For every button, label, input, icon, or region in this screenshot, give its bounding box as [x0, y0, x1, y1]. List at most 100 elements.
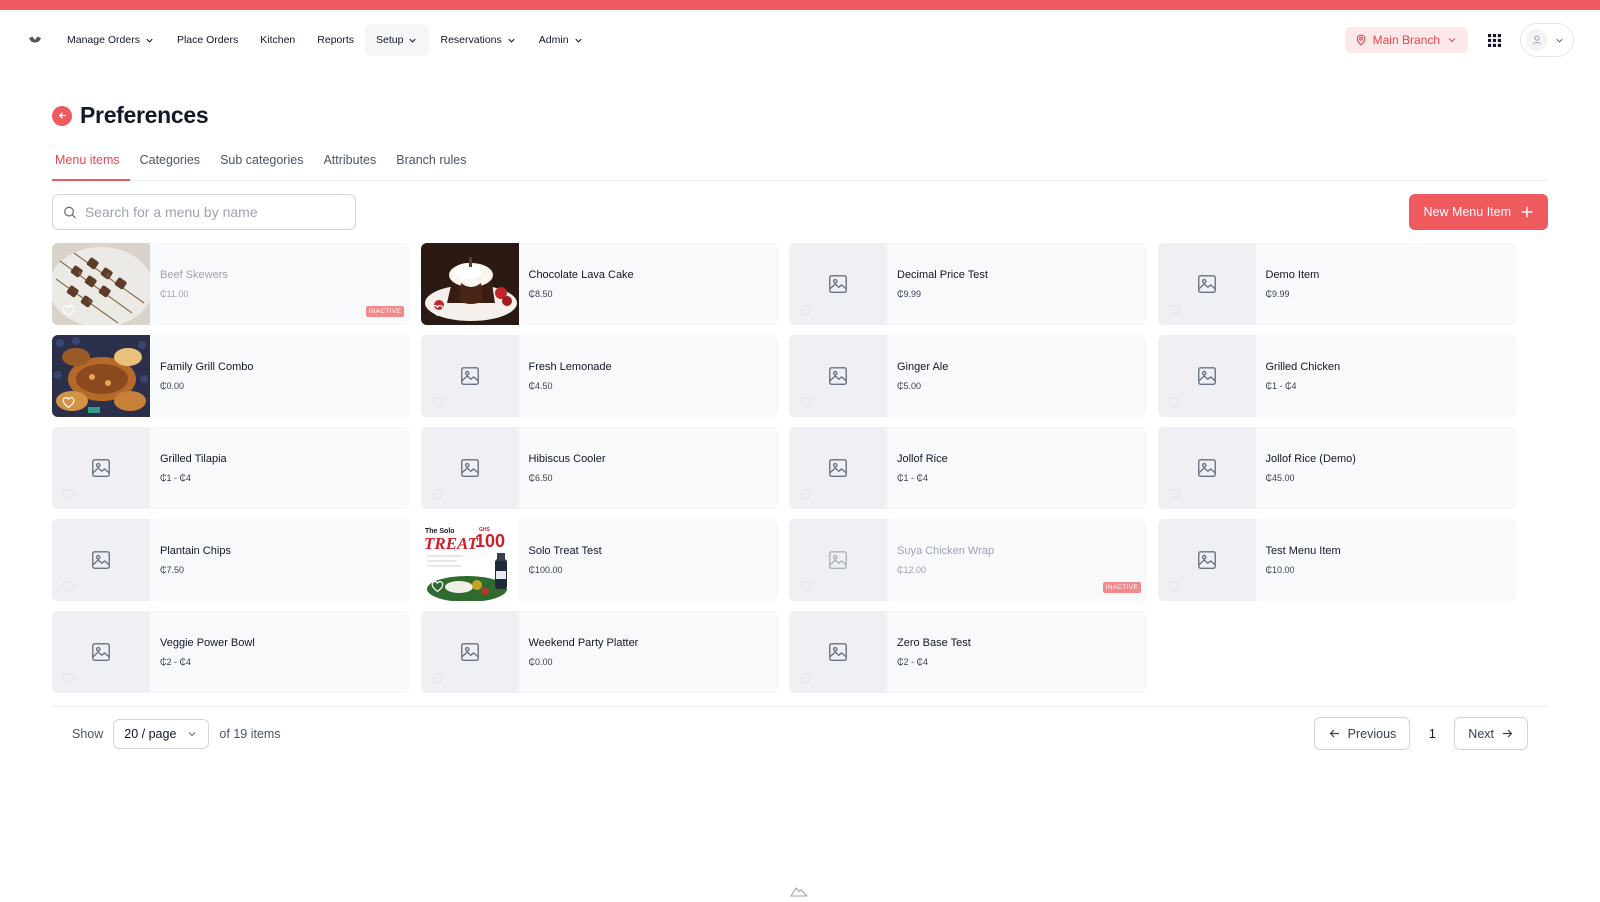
previous-page-button[interactable]: Previous [1313, 717, 1411, 750]
menu-item-name: Zero Base Test [897, 637, 971, 649]
avatar [1526, 29, 1548, 51]
menu-item-name: Grilled Tilapia [160, 453, 227, 465]
heart-icon[interactable] [62, 304, 75, 317]
menu-item-price: ₵45.00 [1265, 473, 1295, 483]
heart-icon[interactable] [1168, 396, 1181, 409]
menu-item-price: ₵2 - ₵4 [160, 657, 192, 667]
menu-item-image: The Solo TREAT GHS 100 [420, 519, 519, 601]
menu-item-card[interactable]: Family Grill Combo ₵0.00 [52, 335, 410, 417]
next-label: Next [1468, 726, 1494, 741]
arrow-left-icon [58, 112, 66, 119]
menu-item-price: ₵0.00 [160, 381, 185, 391]
menu-item-card[interactable]: Zero Base Test ₵2 - ₵4 [789, 611, 1147, 693]
nav-item-label: Admin [538, 34, 569, 46]
heart-icon[interactable] [1168, 488, 1181, 501]
chevron-down-icon [189, 731, 196, 736]
menu-item-name: Plantain Chips [160, 545, 231, 557]
menu-item-card[interactable]: Ginger Ale ₵5.00 [789, 335, 1147, 417]
tab-attributes[interactable]: Attributes [313, 147, 386, 180]
menu-item-card[interactable]: Hibiscus Cooler ₵6.50 [420, 427, 779, 509]
nav-item-setup[interactable]: Setup [365, 24, 430, 56]
app-logo-icon[interactable] [26, 31, 44, 49]
tab-branch-rules[interactable]: Branch rules [386, 147, 476, 180]
heart-icon[interactable] [431, 396, 444, 409]
page-title: Preferences [80, 102, 209, 128]
heart-icon[interactable] [1168, 304, 1181, 317]
heart-icon[interactable] [799, 580, 812, 593]
menu-item-card[interactable]: Chocolate Lava Cake ₵8.50 [420, 243, 779, 325]
menu-item-card[interactable]: Weekend Party Platter ₵0.00 [420, 611, 779, 693]
heart-icon[interactable] [799, 488, 812, 501]
menu-item-name: Demo Item [1265, 269, 1320, 281]
menu-item-card[interactable]: Decimal Price Test ₵9.99 [789, 243, 1147, 325]
image-placeholder-icon [92, 459, 110, 477]
image-placeholder-icon [460, 367, 479, 385]
menu-item-price: ₵7.50 [160, 565, 185, 575]
heart-icon[interactable] [62, 396, 75, 409]
heart-icon[interactable] [62, 672, 75, 685]
tab-sub-categories[interactable]: Sub categories [210, 147, 313, 180]
new-menu-item-button[interactable]: New Menu Item [1409, 194, 1548, 230]
branch-selector[interactable]: Main Branch [1344, 27, 1468, 53]
menu-item-price: ₵4.50 [528, 381, 553, 391]
image-placeholder-icon [92, 551, 110, 569]
branch-label: Main Branch [1372, 33, 1440, 47]
menu-item-image [420, 335, 519, 417]
menu-item-price: ₵9.99 [1265, 289, 1290, 299]
image-placeholder-icon [460, 459, 479, 477]
search-input[interactable] [84, 204, 345, 220]
page-size-select[interactable]: 20 / page [113, 718, 210, 749]
heart-icon[interactable] [1168, 580, 1181, 593]
new-menu-item-label: New Menu Item [1423, 205, 1511, 219]
heart-icon[interactable] [799, 304, 812, 317]
apps-grid-icon[interactable] [1482, 28, 1506, 52]
scroll-top-icon[interactable] [790, 884, 808, 902]
nav-item-place-orders[interactable]: Place Orders [166, 24, 249, 56]
heart-icon[interactable] [431, 672, 444, 685]
menu-item-card[interactable]: Grilled Chicken ₵1 - ₵4 [1157, 335, 1516, 417]
menu-item-card[interactable]: Fresh Lemonade ₵4.50 [420, 335, 779, 417]
menu-item-price: ₵6.50 [528, 473, 553, 483]
menu-item-card[interactable]: Test Menu Item ₵10.00 [1157, 519, 1516, 601]
nav-item-admin[interactable]: Admin [528, 24, 595, 56]
menu-item-name: Ginger Ale [897, 361, 949, 373]
image-placeholder-icon [829, 367, 847, 385]
menu-item-image [420, 611, 519, 693]
menu-item-card[interactable]: Veggie Power Bowl ₵2 - ₵4 [52, 611, 410, 693]
nav-item-kitchen[interactable]: Kitchen [249, 24, 306, 56]
nav-item-label: Reports [317, 34, 355, 46]
menu-item-card[interactable]: Demo Item ₵9.99 [1157, 243, 1516, 325]
next-page-button[interactable]: Next [1454, 717, 1528, 750]
nav-item-reports[interactable]: Reports [306, 24, 365, 56]
nav-item-manage-orders[interactable]: Manage Orders [56, 24, 166, 56]
menu-item-card[interactable]: Beef Skewers ₵11.00 INACTIVE [52, 243, 410, 325]
menu-item-card[interactable]: Plantain Chips ₵7.50 [52, 519, 410, 601]
heart-icon[interactable] [799, 396, 812, 409]
heart-icon[interactable] [431, 580, 444, 593]
menu-item-card[interactable]: Suya Chicken Wrap ₵12.00 INACTIVE [789, 519, 1147, 601]
nav-menu: Manage Orders Place Orders Kitchen Reports S… [56, 24, 595, 56]
page-size-value: 20 / page [124, 726, 177, 741]
heart-icon[interactable] [431, 488, 444, 501]
menu-item-name: Fresh Lemonade [528, 361, 612, 373]
image-placeholder-icon [829, 551, 847, 569]
nav-item-reservations[interactable]: Reservations [429, 24, 527, 56]
heart-icon[interactable] [431, 304, 444, 317]
heart-icon[interactable] [62, 488, 75, 501]
search-field[interactable] [52, 194, 356, 230]
menu-item-image [789, 243, 887, 325]
menu-item-card[interactable]: Jollof Rice (Demo) ₵45.00 [1157, 427, 1516, 509]
current-page-number[interactable]: 1 [1420, 727, 1444, 741]
user-menu[interactable] [1520, 23, 1574, 57]
total-items-label: of 19 items [219, 726, 281, 741]
menu-item-name: Beef Skewers [160, 269, 228, 281]
menu-item-card[interactable]: The Solo TREAT GHS 100 Solo Treat Test ₵100.0… [420, 519, 779, 601]
heart-icon[interactable] [799, 672, 812, 685]
heart-icon[interactable] [62, 580, 75, 593]
back-button[interactable] [52, 105, 72, 126]
menu-item-card[interactable]: Grilled Tilapia ₵1 - ₵4 [52, 427, 410, 509]
menu-item-card[interactable]: Jollof Rice ₵1 - ₵4 [789, 427, 1147, 509]
tab-menu-items[interactable]: Menu items [52, 147, 130, 181]
tab-categories[interactable]: Categories [130, 147, 210, 180]
menu-item-image [52, 427, 150, 509]
